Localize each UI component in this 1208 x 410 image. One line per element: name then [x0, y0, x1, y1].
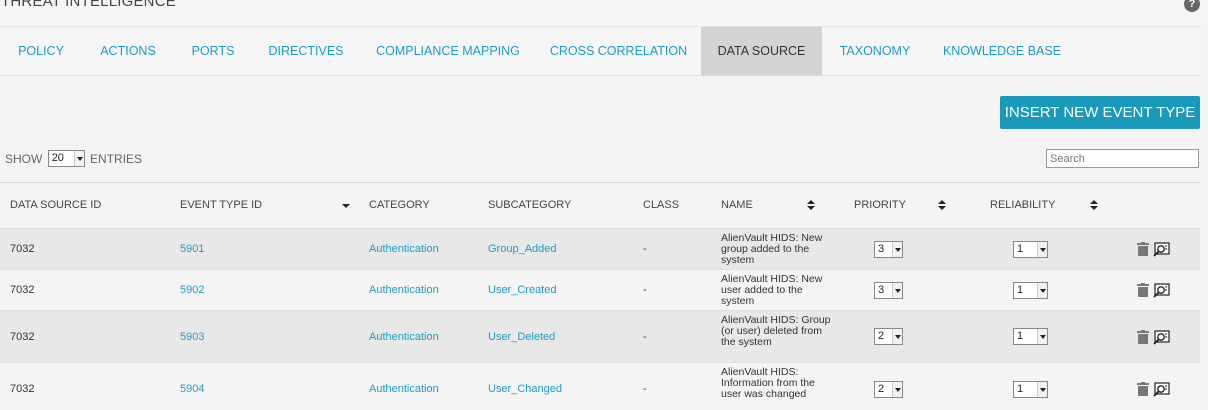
table-row: 7032 5904 Authentication User_Changed - …: [0, 363, 1200, 410]
reliability-select[interactable]: 1: [1013, 328, 1048, 345]
tab-bar: POLICY ACTIONS PORTS DIRECTIVES COMPLIAN…: [0, 26, 1200, 76]
column-header-data-source-id[interactable]: DATA SOURCE ID: [10, 183, 101, 228]
view-details-icon[interactable]: [1153, 382, 1170, 397]
table-row: 7032 5902 Authentication User_Created - …: [0, 270, 1200, 311]
trash-icon[interactable]: [1137, 283, 1149, 297]
tab-actions[interactable]: ACTIONS: [82, 27, 174, 75]
priority-value: 2: [878, 383, 885, 395]
top-bar: THREAT INTELLIGENCE ?: [0, 0, 1208, 26]
reliability-value: 1: [1017, 284, 1024, 296]
sort-icon[interactable]: [938, 200, 946, 212]
event-name-cell: AlienVault HIDS: Group (or user) deleted…: [721, 314, 831, 348]
event-type-id-link[interactable]: 5901: [180, 243, 204, 255]
category-link[interactable]: Authentication: [369, 383, 439, 395]
table-row: 7032 5901 Authentication Group_Added - A…: [0, 229, 1200, 270]
event-name-cell: AlienVault HIDS: Information from the us…: [721, 366, 815, 400]
priority-value: 3: [878, 243, 885, 255]
sort-icon[interactable]: [1090, 200, 1098, 212]
priority-select[interactable]: 2: [874, 381, 903, 398]
tab-data-source[interactable]: DATA SOURCE: [701, 27, 822, 75]
reliability-value: 1: [1017, 383, 1024, 395]
priority-value: 2: [878, 330, 885, 342]
sort-descending-icon[interactable]: [342, 204, 350, 209]
trash-icon[interactable]: [1137, 382, 1149, 396]
table-header: DATA SOURCE ID EVENT TYPE ID CATEGORY SU…: [0, 182, 1200, 229]
tab-cross-correlation[interactable]: CROSS CORRELATION: [536, 27, 701, 75]
trash-icon[interactable]: [1137, 330, 1149, 344]
column-header-event-type-id[interactable]: EVENT TYPE ID: [180, 183, 262, 228]
tab-taxonomy[interactable]: TAXONOMY: [822, 27, 928, 75]
event-type-id-link[interactable]: 5904: [180, 383, 204, 395]
data-source-id-cell: 7032: [10, 383, 35, 395]
class-cell: -: [643, 243, 647, 255]
priority-select[interactable]: 3: [874, 241, 903, 258]
category-link[interactable]: Authentication: [369, 243, 439, 255]
priority-select[interactable]: 2: [874, 328, 903, 345]
subcategory-link[interactable]: User_Deleted: [488, 331, 555, 343]
column-header-name[interactable]: NAME: [721, 183, 753, 228]
tab-policy[interactable]: POLICY: [0, 27, 82, 75]
entries-label: ENTRIES: [90, 151, 143, 166]
view-details-icon[interactable]: [1153, 242, 1170, 257]
tab-directives[interactable]: DIRECTIVES: [252, 27, 360, 75]
entries-select[interactable]: 20: [47, 150, 85, 167]
reliability-value: 1: [1017, 243, 1024, 255]
chevron-down-icon: [892, 283, 902, 298]
entries-length-control: SHOW 20 ENTRIES: [5, 150, 142, 167]
tab-knowledge-base[interactable]: KNOWLEDGE BASE: [928, 27, 1076, 75]
data-source-id-cell: 7032: [10, 243, 35, 255]
column-header-subcategory[interactable]: SUBCATEGORY: [488, 183, 571, 228]
reliability-select[interactable]: 1: [1013, 381, 1048, 398]
chevron-down-icon: [892, 329, 902, 344]
page-title: THREAT INTELLIGENCE: [1, 0, 176, 10]
event-name-cell: AlienVault HIDS: New group added to the …: [721, 232, 823, 266]
tab-compliance-mapping[interactable]: COMPLIANCE MAPPING: [360, 27, 536, 75]
event-type-id-link[interactable]: 5903: [180, 331, 204, 343]
column-header-class[interactable]: CLASS: [643, 183, 679, 228]
priority-select[interactable]: 3: [874, 282, 903, 299]
table-row: 7032 5903 Authentication User_Deleted - …: [0, 311, 1200, 363]
chevron-down-icon: [892, 242, 902, 257]
chevron-down-icon: [1037, 329, 1047, 344]
subcategory-link[interactable]: User_Changed: [488, 383, 562, 395]
chevron-down-icon: [1037, 382, 1047, 397]
column-header-category[interactable]: CATEGORY: [369, 183, 430, 228]
entries-select-value: 20: [51, 152, 64, 164]
chevron-down-icon: [1037, 283, 1047, 298]
column-header-priority[interactable]: PRIORITY: [854, 183, 906, 228]
column-header-reliability[interactable]: RELIABILITY: [990, 183, 1055, 228]
show-label: SHOW: [5, 151, 43, 166]
search-input[interactable]: [1046, 149, 1199, 168]
data-source-id-cell: 7032: [10, 331, 35, 343]
category-link[interactable]: Authentication: [369, 331, 439, 343]
priority-value: 3: [878, 284, 885, 296]
insert-new-event-type-button[interactable]: INSERT NEW EVENT TYPE: [1000, 96, 1200, 129]
class-cell: -: [643, 383, 647, 395]
chevron-down-icon: [1037, 242, 1047, 257]
reliability-select[interactable]: 1: [1013, 282, 1048, 299]
event-name-cell: AlienVault HIDS: New user added to the s…: [721, 273, 823, 307]
view-details-icon[interactable]: [1153, 330, 1170, 345]
event-type-id-link[interactable]: 5902: [180, 284, 204, 296]
trash-icon[interactable]: [1137, 242, 1149, 256]
view-details-icon[interactable]: [1153, 283, 1170, 298]
tab-ports[interactable]: PORTS: [174, 27, 252, 75]
reliability-select[interactable]: 1: [1013, 241, 1048, 258]
data-source-id-cell: 7032: [10, 284, 35, 296]
category-link[interactable]: Authentication: [369, 284, 439, 296]
class-cell: -: [643, 284, 647, 296]
subcategory-link[interactable]: User_Created: [488, 284, 556, 296]
help-icon[interactable]: ?: [1184, 0, 1200, 12]
class-cell: -: [643, 331, 647, 343]
event-types-table: DATA SOURCE ID EVENT TYPE ID CATEGORY SU…: [0, 182, 1200, 410]
reliability-value: 1: [1017, 330, 1024, 342]
subcategory-link[interactable]: Group_Added: [488, 243, 557, 255]
chevron-down-icon: [892, 382, 902, 397]
chevron-down-icon: [73, 151, 84, 166]
sort-icon[interactable]: [807, 200, 815, 212]
